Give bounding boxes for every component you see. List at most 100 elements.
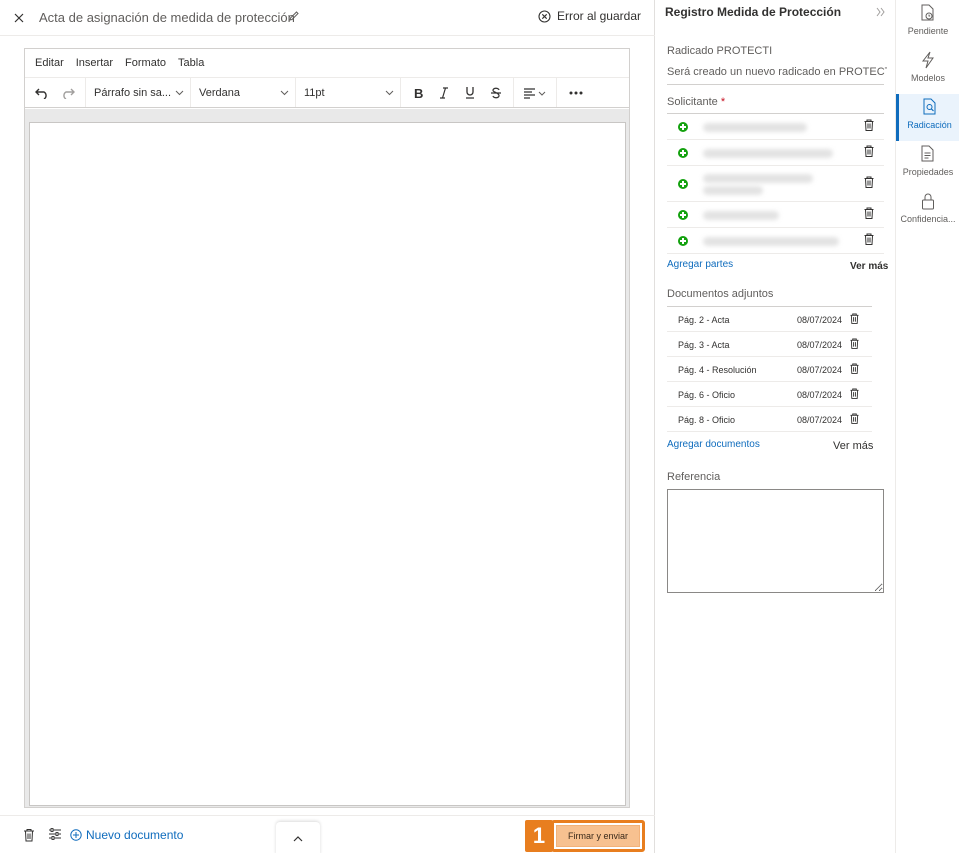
trash-icon[interactable]	[850, 363, 860, 375]
redo-icon[interactable]	[57, 82, 79, 104]
attachment-date: 08/07/2024	[797, 415, 843, 425]
paragraph-style-select[interactable]: Párrafo sin sa...	[86, 82, 190, 104]
document-clock-icon	[921, 4, 934, 21]
attachment-name: Pág. 4 - Resolución	[678, 365, 757, 375]
sign-and-send-button[interactable]: Firmar y enviar	[556, 825, 640, 847]
font-family-select[interactable]: Verdana	[191, 82, 295, 104]
editor-menubar: Editar Insertar Formato Tabla	[25, 49, 629, 78]
trash-icon[interactable]	[850, 413, 860, 425]
reference-textarea[interactable]	[667, 489, 884, 593]
add-party-icon[interactable]	[678, 122, 688, 132]
chevron-down-icon	[280, 90, 289, 95]
add-party-icon[interactable]	[678, 236, 688, 246]
save-error-status[interactable]: Error al guardar	[538, 9, 641, 23]
add-documents-link[interactable]: Agregar documentos	[667, 439, 760, 450]
registration-panel: Registro Medida de Protección Radicado P…	[656, 0, 895, 853]
party-row	[667, 114, 884, 140]
menu-tabla[interactable]: Tabla	[178, 57, 204, 69]
italic-icon[interactable]	[433, 82, 455, 104]
new-document-link[interactable]: Nuevo documento	[70, 828, 183, 842]
add-parties-link[interactable]: Agregar partes	[667, 259, 733, 270]
rail-item-confidencialidad[interactable]: Confidencia...	[896, 188, 959, 235]
panel-title: Registro Medida de Protección	[665, 5, 842, 19]
attachment-row[interactable]: Pág. 3 - Acta 08/07/2024	[667, 332, 872, 357]
radicado-underline	[667, 84, 884, 85]
attachment-row[interactable]: Pág. 6 - Oficio 08/07/2024	[667, 382, 872, 407]
step-marker: 1	[525, 820, 553, 852]
chevron-down-icon	[385, 90, 394, 95]
party-row	[667, 140, 884, 166]
party-name-redacted	[703, 237, 839, 246]
document-header: Acta de asignación de medida de protecci…	[0, 0, 655, 36]
chevron-up-icon	[293, 836, 303, 842]
rail-item-pendiente[interactable]: Pendiente	[896, 0, 959, 47]
menu-insertar[interactable]: Insertar	[76, 57, 113, 69]
trash-icon[interactable]	[23, 828, 37, 842]
attachment-row[interactable]: Pág. 2 - Acta 08/07/2024	[667, 307, 872, 332]
add-party-icon[interactable]	[678, 210, 688, 220]
rail-item-modelos[interactable]: Modelos	[896, 47, 959, 94]
trash-icon[interactable]	[850, 338, 860, 350]
rail-item-propiedades[interactable]: Propiedades	[896, 141, 959, 188]
underline-icon[interactable]	[459, 82, 481, 104]
double-chevron-right-icon[interactable]	[876, 6, 888, 18]
see-more-parties-link[interactable]: Ver más	[850, 261, 888, 272]
undo-icon[interactable]	[31, 82, 53, 104]
rail-item-label: Confidencia...	[900, 214, 956, 224]
radicado-value: Será creado un nuevo radicado en PROTECT…	[667, 66, 887, 78]
close-icon[interactable]	[10, 9, 28, 27]
attachments-label: Documentos adjuntos	[667, 288, 774, 300]
party-name-redacted	[703, 149, 833, 158]
trash-icon[interactable]	[850, 313, 860, 325]
see-more-documents-link[interactable]: Ver más	[833, 440, 873, 452]
rail-item-radicacion[interactable]: Radicación	[896, 94, 959, 141]
attachment-row[interactable]: Pág. 8 - Oficio 08/07/2024	[667, 407, 872, 432]
trash-icon[interactable]	[864, 119, 876, 133]
attachment-date: 08/07/2024	[797, 315, 843, 325]
document-search-icon	[923, 98, 935, 115]
trash-icon[interactable]	[864, 176, 876, 190]
trash-icon[interactable]	[864, 233, 876, 247]
attachment-row[interactable]: Pág. 4 - Resolución 08/07/2024	[667, 357, 872, 382]
pencil-icon[interactable]	[288, 10, 302, 24]
rail-item-label: Radicación	[907, 120, 952, 130]
attachment-date: 08/07/2024	[797, 365, 843, 375]
bold-icon[interactable]: B	[407, 82, 429, 104]
settings-sliders-icon[interactable]	[48, 828, 62, 842]
trash-icon[interactable]	[864, 207, 876, 221]
attachment-name: Pág. 2 - Acta	[678, 315, 730, 325]
document-footer: Nuevo documento 1 Firmar y enviar	[0, 815, 655, 853]
trash-icon[interactable]	[864, 145, 876, 159]
reference-label: Referencia	[667, 471, 721, 483]
document-editor-pane: Acta de asignación de medida de protecci…	[0, 0, 655, 853]
party-row	[667, 228, 884, 254]
party-name-redacted	[703, 186, 763, 195]
font-size-select[interactable]: 11pt	[296, 82, 400, 104]
editor-toolbar: Párrafo sin sa... Verdana 11pt B	[25, 78, 629, 108]
flash-icon	[921, 51, 934, 69]
menu-editar[interactable]: Editar	[35, 57, 64, 69]
add-party-icon[interactable]	[678, 179, 688, 189]
attachment-name: Pág. 8 - Oficio	[678, 415, 736, 425]
more-options-icon[interactable]	[565, 82, 587, 104]
align-left-icon[interactable]	[520, 82, 550, 104]
rail-item-label: Propiedades	[902, 167, 954, 177]
trash-icon[interactable]	[850, 388, 860, 400]
collapse-tab[interactable]	[276, 822, 320, 853]
solicitante-label: Solicitante *	[667, 96, 726, 108]
chevron-down-icon	[175, 90, 184, 95]
rail-item-label: Modelos	[910, 73, 946, 83]
add-party-icon[interactable]	[678, 148, 688, 158]
editor-page[interactable]	[29, 122, 626, 806]
strikethrough-icon[interactable]	[485, 82, 507, 104]
document-properties-icon	[921, 145, 934, 162]
menu-formato[interactable]: Formato	[125, 57, 166, 69]
party-row	[667, 166, 884, 202]
svg-text:B: B	[414, 87, 423, 99]
attachment-date: 08/07/2024	[797, 340, 843, 350]
attachment-name: Pág. 3 - Acta	[678, 340, 730, 350]
attachment-date: 08/07/2024	[797, 390, 843, 400]
side-rail: Pendiente Modelos Radicación Propiedades…	[895, 0, 959, 853]
attachment-name: Pág. 6 - Oficio	[678, 390, 736, 400]
party-name-redacted	[703, 211, 779, 220]
